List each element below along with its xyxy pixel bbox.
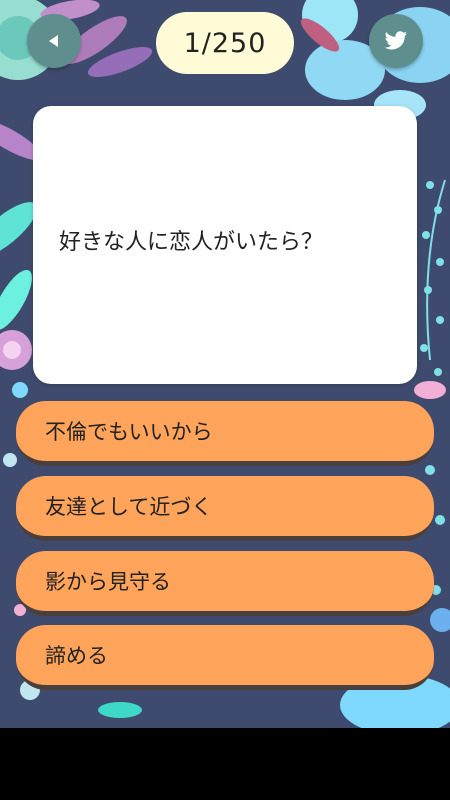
answer-button-4[interactable]: 諦める — [16, 625, 434, 690]
question-card: 好きな人に恋人がいたら？ — [33, 106, 417, 384]
answer-label: 不倫でもいいから — [45, 420, 213, 444]
question-text: 好きな人に恋人がいたら？ — [59, 230, 324, 255]
answer-button-2[interactable]: 友達として近づく — [16, 476, 434, 541]
quiz-screen: 1/250 好きな人に恋人がいたら？ 不倫でもいいから 友達として近づく 影から… — [0, 0, 450, 728]
bottom-bar — [0, 728, 450, 800]
question-counter: 1/250 — [156, 12, 294, 74]
twitter-bird-icon — [384, 31, 408, 50]
answer-button-1[interactable]: 不倫でもいいから — [16, 401, 434, 466]
back-button[interactable] — [27, 14, 81, 68]
answer-label: 諦める — [45, 644, 108, 668]
back-arrow-icon — [49, 35, 58, 47]
flower-decoration-top-right — [300, 0, 450, 120]
answer-label: 友達として近づく — [45, 495, 213, 519]
twitter-share-button[interactable] — [369, 14, 423, 68]
question-counter-text: 1/250 — [183, 27, 267, 59]
answer-label: 影から見守る — [45, 570, 171, 594]
answer-button-3[interactable]: 影から見守る — [16, 551, 434, 616]
